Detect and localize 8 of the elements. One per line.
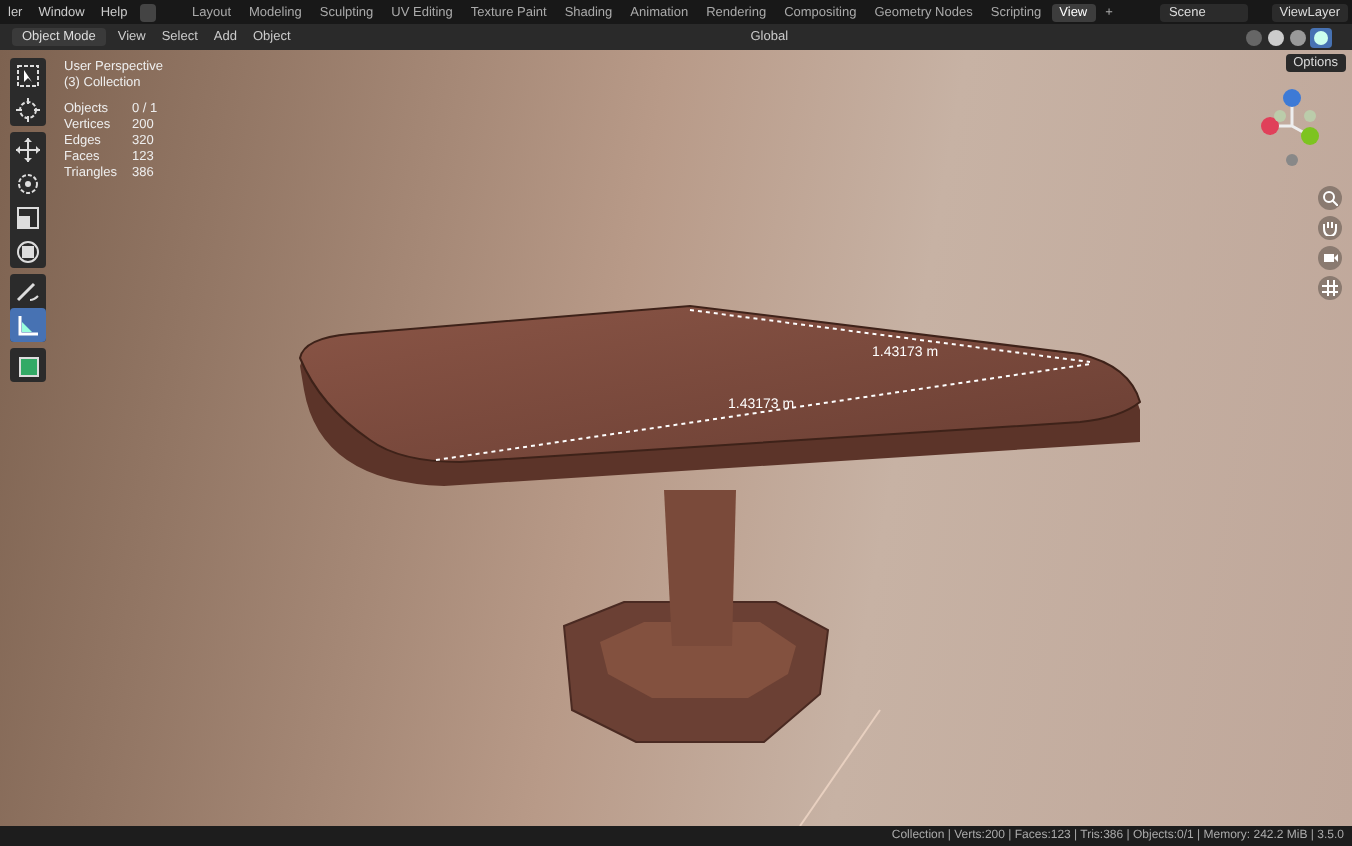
- move-tool-icon[interactable]: [10, 132, 46, 166]
- hand-icon[interactable]: [1318, 216, 1342, 240]
- camera-icon[interactable]: [1318, 246, 1342, 270]
- cursor-tool-icon[interactable]: [10, 92, 46, 126]
- grid-line: [799, 709, 881, 826]
- measure-tool-icon[interactable]: [10, 308, 46, 342]
- grid-icon[interactable]: [1318, 276, 1342, 300]
- zoom-icon[interactable]: [1318, 186, 1342, 210]
